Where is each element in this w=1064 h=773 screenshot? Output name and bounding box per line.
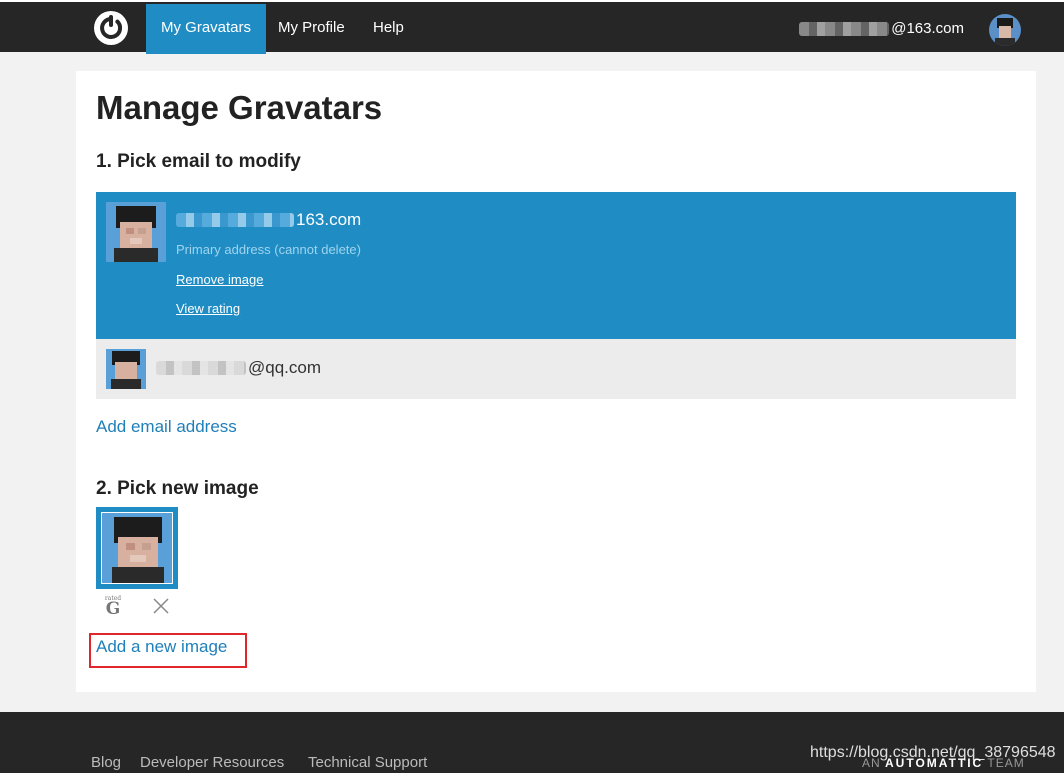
- top-nav-bar: My Gravatars My Profile Help @163.com: [0, 0, 1064, 54]
- step1-title: 1. Pick email to modify: [96, 151, 301, 172]
- user-avatar[interactable]: [989, 14, 1021, 46]
- add-email-link[interactable]: Add email address: [96, 417, 237, 437]
- page-title: Manage Gravatars: [96, 89, 383, 126]
- account-email[interactable]: @163.com: [799, 4, 964, 54]
- email-avatar: [106, 349, 146, 389]
- nav-my-profile[interactable]: My Profile: [263, 4, 360, 54]
- footer-support-link[interactable]: Technical Support: [308, 754, 427, 771]
- close-icon[interactable]: [152, 597, 170, 615]
- redacted-text: [156, 361, 246, 375]
- view-rating-link[interactable]: View rating: [176, 301, 240, 316]
- secondary-email-address: @qq.com: [156, 358, 321, 378]
- nav-my-gravatars[interactable]: My Gravatars: [146, 4, 267, 54]
- rated-g-icon-letter: G: [105, 599, 121, 619]
- gravatar-logo-icon[interactable]: [93, 10, 129, 46]
- gravatar-image: [101, 512, 173, 584]
- remove-image-link[interactable]: Remove image: [176, 272, 263, 287]
- secondary-email-suffix: @qq.com: [248, 358, 322, 377]
- redacted-text: [176, 213, 294, 227]
- gravatar-image-tile[interactable]: [96, 507, 178, 589]
- watermark-url: https://blog.csdn.net/qq_38796548: [810, 744, 1056, 761]
- annotation-highlight-box: [89, 633, 247, 668]
- avatar-image: [989, 14, 1021, 46]
- step2-title: 2. Pick new image: [96, 478, 259, 499]
- email-avatar: [106, 202, 166, 262]
- primary-address-note: Primary address (cannot delete): [176, 242, 361, 257]
- footer-developer-link[interactable]: Developer Resources: [140, 754, 284, 771]
- main-card: Manage Gravatars 1. Pick email to modify…: [76, 71, 1036, 692]
- primary-email-suffix: 163.com: [296, 210, 362, 229]
- nav-help[interactable]: Help: [358, 4, 419, 54]
- rated-g-icon[interactable]: rated G: [104, 595, 122, 619]
- email-row-secondary[interactable]: @qq.com: [96, 339, 1016, 399]
- footer: Blog Developer Resources Technical Suppo…: [0, 712, 1064, 773]
- redacted-text: [799, 22, 890, 36]
- account-email-suffix: @163.com: [891, 20, 964, 37]
- footer-blog-link[interactable]: Blog: [91, 754, 121, 771]
- email-row-primary[interactable]: 163.com Primary address (cannot delete) …: [96, 192, 1016, 339]
- primary-email-address: 163.com: [176, 210, 361, 230]
